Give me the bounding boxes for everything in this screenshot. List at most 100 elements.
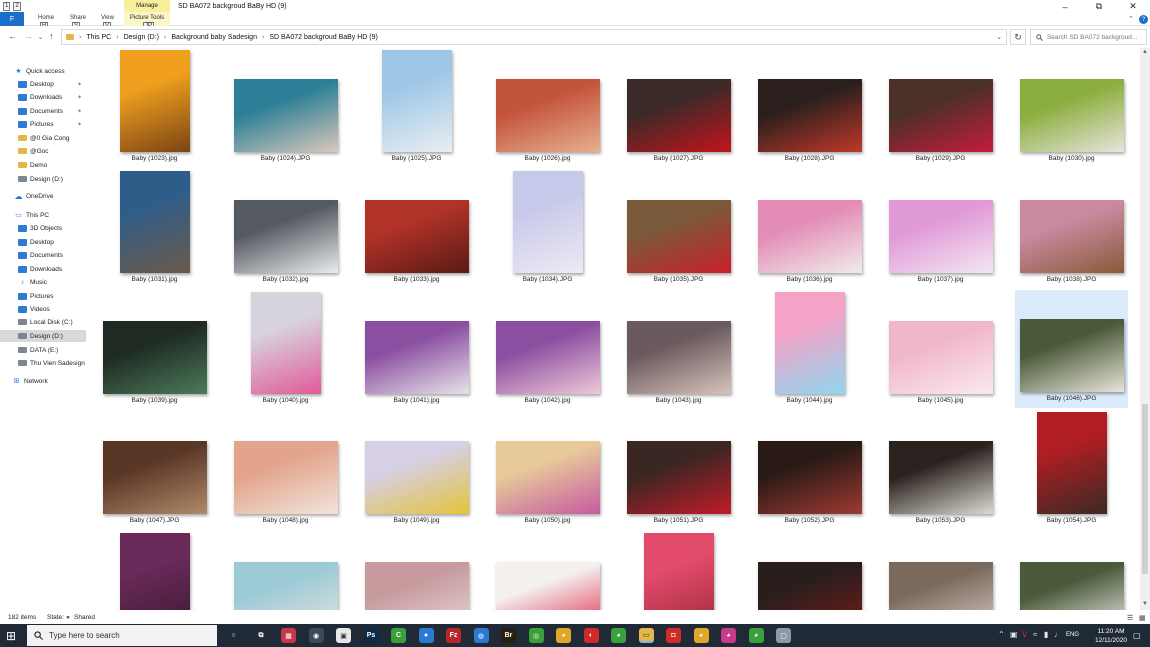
up-button[interactable]: ↑	[49, 31, 54, 41]
battery-icon[interactable]: ▮	[1044, 630, 1048, 639]
nav-item-local-disk-c[interactable]: Local Disk (C:)	[0, 316, 86, 328]
bridge-icon[interactable]: Br	[501, 628, 516, 643]
nav-item-onedrive[interactable]: ☁ OneDrive	[0, 190, 86, 202]
search-input[interactable]	[1046, 33, 1146, 41]
nav-item-downloads[interactable]: Downloads ✦	[0, 91, 86, 103]
nav-item--goc[interactable]: @Goc	[0, 145, 86, 157]
nav-item-network[interactable]: ⊞ Network	[0, 375, 86, 387]
nav-item-music[interactable]: ♪ Music	[0, 276, 86, 288]
nav-item-desktop[interactable]: Desktop ✦	[0, 78, 86, 90]
file-item[interactable]: Baby (1053).JPG	[884, 412, 997, 530]
notifications-icon[interactable]: ▢	[1133, 631, 1141, 640]
windows-start-icon[interactable]: ⊞	[6, 629, 16, 643]
file-item[interactable]: Baby (1044).jpg	[753, 292, 866, 410]
photoshop-icon[interactable]: Ps	[363, 628, 379, 643]
file-item[interactable]	[753, 533, 866, 610]
recent-locations-button[interactable]: ⌄	[38, 34, 43, 41]
file-item[interactable]: Baby (1034).JPG	[491, 171, 604, 289]
file-item[interactable]: Baby (1028).JPG	[753, 50, 866, 168]
nav-item-design-d[interactable]: Design (D:)	[0, 330, 86, 342]
nav-item-thu-vien-sadesign[interactable]: Thu Vien Sadesign	[0, 357, 86, 369]
maximize-button[interactable]: ⧉	[1082, 1, 1116, 12]
chevron-down-icon[interactable]: ⌄	[996, 33, 1002, 41]
nav-item-data-e[interactable]: DATA (E:)	[0, 344, 86, 356]
file-item[interactable]: Baby (1033).jpg	[360, 171, 473, 289]
app-icon[interactable]: ◉	[308, 628, 324, 643]
file-item[interactable]: Baby (1048).jpg	[229, 412, 342, 530]
nav-item-pictures[interactable]: Pictures ✦	[0, 118, 86, 130]
file-item[interactable]: Baby (1023).jpg	[98, 50, 211, 168]
file-item[interactable]	[1015, 533, 1128, 610]
file-item[interactable]	[229, 533, 342, 610]
nav-item-quick-access[interactable]: ★ Quick access	[0, 65, 86, 77]
app-icon[interactable]: ◍	[473, 628, 489, 643]
details-view-icon[interactable]: ☰	[1127, 614, 1135, 622]
scroll-down-icon[interactable]: ▼	[1142, 601, 1148, 607]
nav-item--0-gia-cong[interactable]: @0 Gia Cong	[0, 132, 86, 144]
file-item[interactable]: Baby (1031).jpg	[98, 171, 211, 289]
file-item[interactable]: Baby (1026).jpg	[491, 50, 604, 168]
file-tab[interactable]: F	[0, 12, 24, 26]
file-item[interactable]: Baby (1040).jpg	[229, 292, 342, 410]
nav-item-design-d[interactable]: Design (D:)	[0, 173, 86, 185]
file-item[interactable]: Baby (1039).jpg	[98, 292, 211, 410]
app-icon[interactable]: ◐	[583, 628, 599, 643]
file-item[interactable]: Baby (1052).JPG	[753, 412, 866, 530]
file-item[interactable]	[884, 533, 997, 610]
app-icon[interactable]: ◘	[666, 628, 681, 643]
nav-item-downloads[interactable]: Downloads	[0, 263, 86, 275]
large-icons-view-icon[interactable]: ▦	[1139, 614, 1147, 622]
file-item[interactable]	[98, 533, 211, 610]
breadcrumb-design-d[interactable]: Design (D:)	[124, 34, 159, 41]
file-item[interactable]: Baby (1047).JPG	[98, 412, 211, 530]
filezilla-icon[interactable]: Fz	[446, 628, 461, 643]
file-item[interactable]: Baby (1051).JPG	[622, 412, 735, 530]
chrome-icon[interactable]: ◕	[611, 628, 626, 643]
scrollbar-thumb[interactable]	[1142, 404, 1148, 574]
language-indicator[interactable]: ENG	[1066, 632, 1079, 638]
nav-item-videos[interactable]: Videos	[0, 303, 86, 315]
file-item[interactable]: Baby (1035).JPG	[622, 171, 735, 289]
tab-share[interactable]: Share S	[70, 15, 86, 31]
tab-home[interactable]: Home H	[38, 15, 54, 31]
volume-icon[interactable]: ♩	[1054, 630, 1062, 639]
tray-app-icon[interactable]: ▣	[1010, 630, 1018, 639]
file-item[interactable]: Baby (1041).jpg	[360, 292, 473, 410]
tab-picture-tools[interactable]: Picture Tools JP	[124, 12, 170, 31]
address-bar[interactable]: › This PC › Design (D:) › Background bab…	[61, 29, 1007, 45]
file-item[interactable]: Baby (1025).JPG	[360, 50, 473, 168]
tray-chevron-up-icon[interactable]: ⌃	[998, 630, 1005, 639]
taskbar-search-input[interactable]	[49, 631, 209, 640]
app-icon[interactable]: ●	[418, 628, 434, 643]
breadcrumb-current-folder[interactable]: SD BA072 backgroud BaBy HD (9)	[269, 34, 378, 41]
file-item[interactable]: Baby (1049).jpg	[360, 412, 473, 530]
forward-button[interactable]: →	[24, 31, 33, 41]
nav-item-3d-objects[interactable]: 3D Objects	[0, 222, 86, 234]
app-icon[interactable]: C	[391, 628, 406, 643]
tab-view[interactable]: View V	[101, 15, 114, 31]
chrome-icon[interactable]: ◕	[693, 628, 709, 643]
file-item[interactable]: Baby (1043).jpg	[622, 292, 735, 410]
file-item[interactable]: Baby (1038).JPG	[1015, 171, 1128, 289]
file-item[interactable]: Baby (1024).JPG	[229, 50, 342, 168]
nav-item-pictures[interactable]: Pictures	[0, 290, 86, 302]
chrome-icon[interactable]: ◕	[748, 628, 764, 643]
scroll-up-icon[interactable]: ▲	[1142, 49, 1148, 55]
back-button[interactable]: ←	[8, 31, 17, 41]
nav-item-demo[interactable]: Demo	[0, 159, 86, 171]
file-item[interactable]: Baby (1050).jpg	[491, 412, 604, 530]
breadcrumb-background-baby[interactable]: Background baby Sadesign	[171, 34, 257, 41]
file-item[interactable]: Baby (1042).jpg	[491, 292, 604, 410]
app-icon[interactable]: ▢	[776, 628, 791, 643]
help-icon[interactable]: ?	[1139, 15, 1148, 24]
breadcrumb-this-pc[interactable]: This PC	[86, 34, 111, 41]
file-item[interactable]: Baby (1027).JPG	[622, 50, 735, 168]
close-button[interactable]: ✕	[1116, 1, 1150, 12]
file-item[interactable]: Baby (1054).JPG	[1015, 412, 1128, 530]
nav-item-documents[interactable]: Documents	[0, 249, 86, 261]
nav-item-this-pc[interactable]: ▭ This PC	[0, 209, 86, 221]
chrome-icon[interactable]: ◕	[556, 628, 571, 643]
file-item[interactable]	[622, 533, 735, 610]
file-item[interactable]: Baby (1045).jpg	[884, 292, 997, 410]
task-view-icon[interactable]: ⧉	[253, 628, 269, 643]
